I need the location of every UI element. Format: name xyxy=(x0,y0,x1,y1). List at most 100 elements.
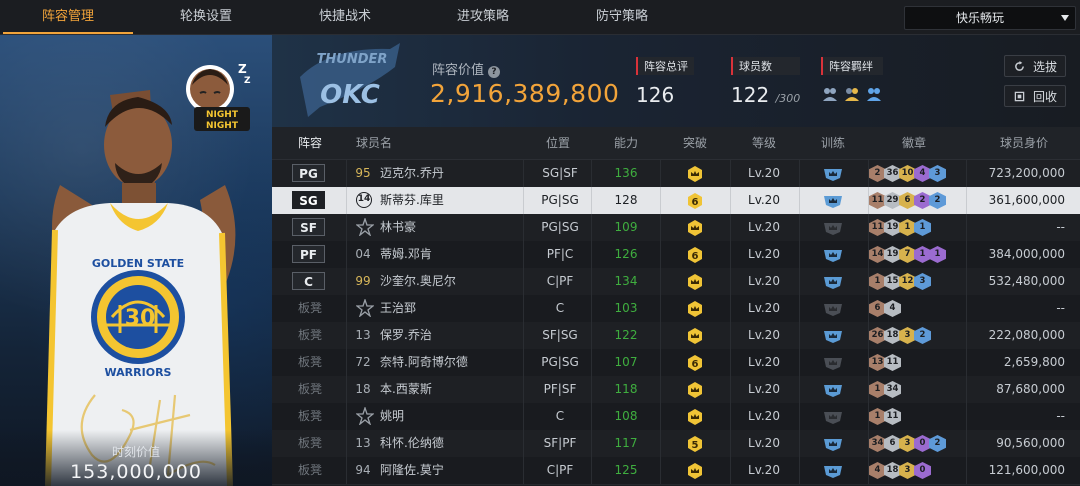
bond-icon-blue[interactable] xyxy=(865,85,883,103)
table-row[interactable]: 板凳 13 科怀.伦纳德 SF|PF 117 5 Lv.20 34 6 3 0 2 90… xyxy=(272,430,1080,458)
jersey-number: 13 xyxy=(355,328,371,342)
badge-list[interactable]: 11 29 6 2 2 xyxy=(869,192,946,210)
table-row[interactable]: 板凳 王治郅 C 103 Lv.20 64 -- xyxy=(272,295,1080,323)
col-training[interactable]: 训练 xyxy=(821,127,845,159)
table-row[interactable]: SF 林书豪 PG|SG 109 Lv.20 11 19 1 1 -- xyxy=(272,214,1080,242)
bond-icon[interactable] xyxy=(821,85,839,103)
training-icon[interactable] xyxy=(823,302,843,316)
table-row[interactable]: 板凳 18 本.西蒙斯 PF|SF 118 Lv.20 1 34 87,680,0… xyxy=(272,376,1080,404)
badge-list[interactable]: 11 19 1 1 xyxy=(869,219,931,237)
select-players-button[interactable]: 选拔 xyxy=(1004,55,1066,77)
jersey-number: 18 xyxy=(355,382,371,396)
badge-list[interactable]: 34 6 3 0 2 xyxy=(869,435,946,453)
col-player-price[interactable]: 球员身价 xyxy=(1000,127,1048,159)
table-row[interactable]: PG 95 迈克尔.乔丹 SG|SF 136 Lv.20 2 36 10 4 3 723… xyxy=(272,160,1080,188)
jersey-number: 13 xyxy=(355,436,371,450)
breakthrough-badge: 6 xyxy=(686,192,704,210)
training-icon[interactable] xyxy=(823,194,843,208)
crown-icon xyxy=(686,327,704,345)
table-row[interactable]: PF 04 蒂姆.邓肯 PF|C 126 6 Lv.20 14 19 7 1 1 384… xyxy=(272,241,1080,269)
badge-blue: 2 xyxy=(929,435,946,452)
badge-list[interactable]: 64 xyxy=(869,300,901,318)
lineup-bond-stat[interactable]: 阵容羁绊 xyxy=(821,57,883,103)
refresh-icon xyxy=(1015,61,1024,71)
tab-rotation-settings[interactable]: 轮换设置 xyxy=(141,0,271,34)
player-name[interactable]: 蒂姆.邓肯 xyxy=(380,241,432,268)
table-row[interactable]: 板凳 13 保罗.乔治 SF|SG 122 Lv.20 26 18 3 2 222,0… xyxy=(272,322,1080,350)
training-icon[interactable] xyxy=(823,275,843,289)
badge-list[interactable]: 1 11 xyxy=(869,408,901,426)
jersey-number: 94 xyxy=(355,463,371,477)
training-icon[interactable] xyxy=(823,167,843,181)
tab-defense-strategy[interactable]: 防守策略 xyxy=(557,0,687,34)
tab-quick-tactics[interactable]: 快捷战术 xyxy=(280,0,410,34)
player-name[interactable]: 王治郅 xyxy=(380,295,416,322)
player-name[interactable]: 科怀.伦纳德 xyxy=(380,430,444,457)
col-level[interactable]: 等级 xyxy=(752,127,776,159)
player-name[interactable]: 本.西蒙斯 xyxy=(380,376,432,403)
player-level: Lv.20 xyxy=(748,382,780,396)
lineup-slot[interactable]: SG xyxy=(292,191,325,209)
badge-bronze: 14 xyxy=(869,246,886,263)
training-icon[interactable] xyxy=(823,221,843,235)
table-row[interactable]: SG 14 斯蒂芬.库里 PG|SG 128 6 Lv.20 11 29 6 2 2 3… xyxy=(272,187,1080,215)
badge-blue: 1 xyxy=(914,219,931,236)
badge-list[interactable]: 1 15 12 3 xyxy=(869,273,931,291)
player-name[interactable]: 姚明 xyxy=(380,403,404,430)
player-card[interactable]: GOLDEN STATE WARRIORS 30 Z Z NIGHT NIGHT… xyxy=(0,35,272,486)
crown-icon xyxy=(686,165,704,183)
player-name[interactable]: 林书豪 xyxy=(380,214,416,241)
lineup-slot[interactable]: PG xyxy=(292,164,325,182)
col-badges[interactable]: 徽章 xyxy=(902,127,926,159)
player-price: 87,680,000 xyxy=(996,382,1065,396)
training-icon[interactable] xyxy=(823,464,843,478)
player-name[interactable]: 阿隆佐.莫宁 xyxy=(380,457,444,484)
training-icon[interactable] xyxy=(823,356,843,370)
table-row[interactable]: C 99 沙奎尔.奥尼尔 C|PF 134 Lv.20 1 15 12 3 532,4… xyxy=(272,268,1080,296)
lineup-slot[interactable]: PF xyxy=(292,245,325,263)
help-icon[interactable]: ? xyxy=(488,66,501,78)
training-icon[interactable] xyxy=(823,248,843,262)
player-name[interactable]: 迈克尔.乔丹 xyxy=(380,160,444,187)
badge-list[interactable]: 14 19 7 1 1 xyxy=(869,246,946,264)
col-breakthrough[interactable]: 突破 xyxy=(683,127,707,159)
player-name[interactable]: 保罗.乔治 xyxy=(380,322,432,349)
badge-list[interactable]: 13 11 xyxy=(869,354,901,372)
table-row[interactable]: 板凳 姚明 C 108 Lv.20 1 11 -- xyxy=(272,403,1080,431)
player-position: PG|SG xyxy=(541,220,579,234)
player-price: -- xyxy=(1056,409,1065,423)
player-level: Lv.20 xyxy=(748,463,780,477)
bond-icon-gold[interactable] xyxy=(843,85,861,103)
badge-list[interactable]: 2 36 10 4 3 xyxy=(869,165,946,183)
col-rating[interactable]: 能力 xyxy=(614,127,638,159)
badge-list[interactable]: 4 18 3 0 xyxy=(869,462,931,480)
col-lineup[interactable]: 阵容 xyxy=(298,127,322,159)
player-rating: 126 xyxy=(614,247,638,261)
badge-silver: 11 xyxy=(884,354,901,371)
select-players-label: 选拔 xyxy=(1032,60,1057,74)
player-price: -- xyxy=(1056,301,1065,315)
player-name[interactable]: 沙奎尔.奥尼尔 xyxy=(380,268,456,295)
training-icon[interactable] xyxy=(823,329,843,343)
lineup-slot[interactable]: SF xyxy=(292,218,325,236)
training-icon[interactable] xyxy=(823,410,843,424)
player-rating: 122 xyxy=(614,328,638,342)
badge-list[interactable]: 26 18 3 2 xyxy=(869,327,931,345)
bench-label: 板凳 xyxy=(298,382,323,396)
tab-offense-strategy[interactable]: 进攻策略 xyxy=(418,0,548,34)
training-icon[interactable] xyxy=(823,383,843,397)
table-row[interactable]: 板凳 94 阿隆佐.莫宁 C|PF 125 Lv.20 4 18 3 0 121,60… xyxy=(272,457,1080,485)
player-name[interactable]: 斯蒂芬.库里 xyxy=(380,187,444,214)
lineup-value-label-wrap: 阵容价值? xyxy=(432,59,501,78)
player-position: SG|SF xyxy=(542,166,578,180)
training-icon[interactable] xyxy=(823,437,843,451)
table-row[interactable]: 板凳 72 奈特.阿奇博尔德 PG|SG 107 6 Lv.20 13 11 2,… xyxy=(272,349,1080,377)
mode-dropdown[interactable]: 快乐畅玩 xyxy=(904,6,1076,30)
col-player-name[interactable]: 球员名 xyxy=(356,127,392,159)
recycle-button[interactable]: 回收 xyxy=(1004,85,1066,107)
tab-lineup-management[interactable]: 阵容管理 xyxy=(3,0,133,34)
badge-list[interactable]: 1 34 xyxy=(869,381,901,399)
lineup-slot[interactable]: C xyxy=(292,272,325,290)
player-name[interactable]: 奈特.阿奇博尔德 xyxy=(380,349,468,376)
col-position[interactable]: 位置 xyxy=(546,127,570,159)
